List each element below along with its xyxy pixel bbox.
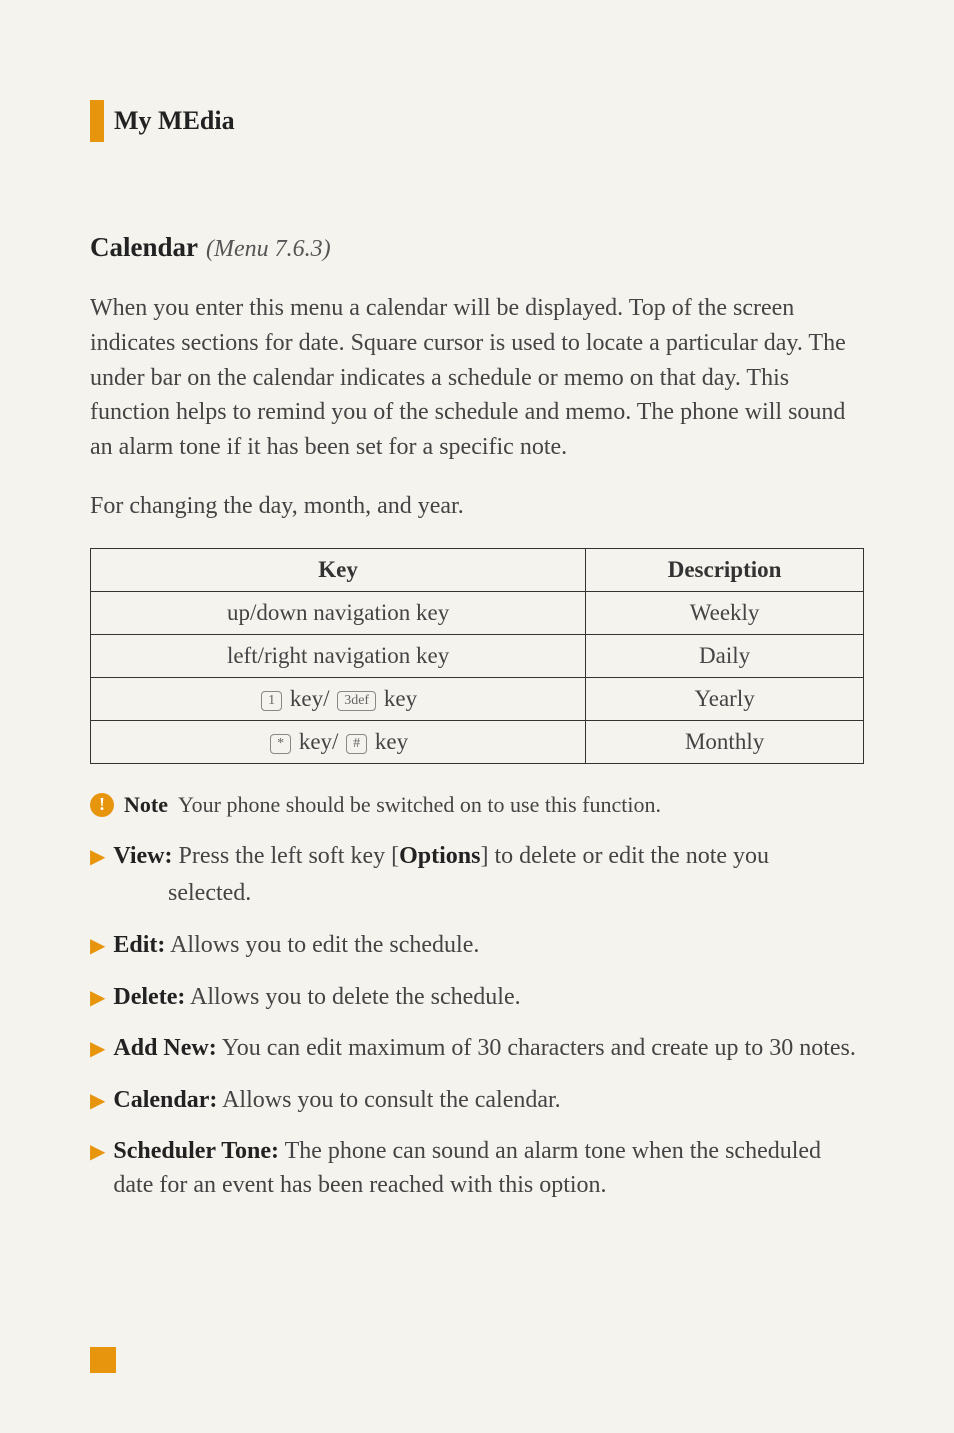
bullet-content: Calendar: Allows you to consult the cale… (113, 1084, 560, 1118)
section-title-row: Calendar (Menu 7.6.3) (90, 232, 864, 263)
bullet-content: Scheduler Tone: The phone can sound an a… (113, 1135, 864, 1202)
table-header-description: Description (586, 548, 864, 591)
table-cell-desc: Monthly (586, 720, 864, 763)
bullet-content: View: Press the left soft key [Options] … (113, 840, 769, 874)
bullet-title: View: (113, 843, 172, 869)
bullet-list: ▶ View: Press the left soft key [Options… (90, 840, 864, 1203)
bullet-text: Allows you to delete the schedule. (185, 984, 520, 1010)
bullet-item-delete: ▶ Delete: Allows you to delete the sched… (90, 981, 864, 1015)
table-row: left/right navigation key Daily (91, 634, 864, 677)
key-text: key (375, 729, 408, 754)
note-label: Note (124, 792, 168, 818)
table-row: * key/ # key Monthly (91, 720, 864, 763)
table-row: 1 key/ 3def key Yearly (91, 677, 864, 720)
key-text: key/ (299, 729, 339, 754)
key-text: key (384, 686, 417, 711)
bullet-title: Calendar: (113, 1087, 217, 1113)
page-marker-square (90, 1347, 116, 1373)
triangle-icon: ▶ (90, 984, 105, 1015)
table-cell-desc: Yearly (586, 677, 864, 720)
bullet-text: Allows you to edit the schedule. (165, 932, 479, 958)
intro-paragraph: When you enter this menu a calendar will… (90, 291, 864, 465)
bullet-content: selected. (168, 877, 251, 911)
triangle-icon: ▶ (90, 1087, 105, 1118)
bullet-text: Press the left soft key [ (178, 843, 399, 869)
section-title: Calendar (90, 232, 198, 262)
bullet-bold: Options (399, 843, 480, 869)
key-table: Key Description up/down navigation key W… (90, 548, 864, 764)
table-header-key: Key (91, 548, 586, 591)
table-cell-desc: Daily (586, 634, 864, 677)
bullet-item-edit: ▶ Edit: Allows you to edit the schedule. (90, 929, 864, 963)
table-row: up/down navigation key Weekly (91, 591, 864, 634)
bullet-item-view-cont: selected. (90, 877, 864, 911)
triangle-icon: ▶ (90, 1138, 105, 1202)
changing-paragraph: For changing the day, month, and year. (90, 489, 864, 524)
bullet-text: Allows you to consult the calendar. (217, 1087, 560, 1113)
alert-icon: ! (90, 793, 114, 817)
header-title: My MEdia (114, 106, 235, 136)
key-table-container: Key Description up/down navigation key W… (90, 548, 864, 764)
key-hash-icon: # (346, 734, 367, 754)
table-cell-key: * key/ # key (91, 720, 586, 763)
bullet-title: Add New: (113, 1035, 216, 1061)
header-section: My MEdia (90, 100, 864, 142)
note-row: ! Note Your phone should be switched on … (90, 792, 864, 818)
bullet-item-view: ▶ View: Press the left soft key [Options… (90, 840, 864, 874)
table-cell-key: 1 key/ 3def key (91, 677, 586, 720)
table-cell-key: left/right navigation key (91, 634, 586, 677)
bullet-item-scheduler-tone: ▶ Scheduler Tone: The phone can sound an… (90, 1135, 864, 1202)
key-star-icon: * (270, 734, 291, 754)
triangle-icon: ▶ (90, 843, 105, 874)
note-text: Your phone should be switched on to use … (178, 792, 661, 818)
bullet-content: Delete: Allows you to delete the schedul… (113, 981, 520, 1015)
table-header-row: Key Description (91, 548, 864, 591)
section-subtitle: (Menu 7.6.3) (206, 236, 331, 262)
bullet-title: Delete: (113, 984, 185, 1010)
triangle-icon: ▶ (90, 932, 105, 963)
key-3-icon: 3def (337, 691, 376, 711)
header-accent-bar (90, 100, 104, 142)
key-1-icon: 1 (261, 691, 282, 711)
table-cell-desc: Weekly (586, 591, 864, 634)
bullet-content: Edit: Allows you to edit the schedule. (113, 929, 479, 963)
bullet-content: Add New: You can edit maximum of 30 char… (113, 1032, 856, 1066)
bullet-title: Scheduler Tone: (113, 1138, 279, 1164)
bullet-text: ] to delete or edit the note you (480, 843, 769, 869)
bullet-item-add-new: ▶ Add New: You can edit maximum of 30 ch… (90, 1032, 864, 1066)
triangle-icon: ▶ (90, 1035, 105, 1066)
key-text: key/ (290, 686, 330, 711)
bullet-text: You can edit maximum of 30 characters an… (217, 1035, 856, 1061)
bullet-title: Edit: (113, 932, 165, 958)
table-cell-key: up/down navigation key (91, 591, 586, 634)
bullet-item-calendar: ▶ Calendar: Allows you to consult the ca… (90, 1084, 864, 1118)
